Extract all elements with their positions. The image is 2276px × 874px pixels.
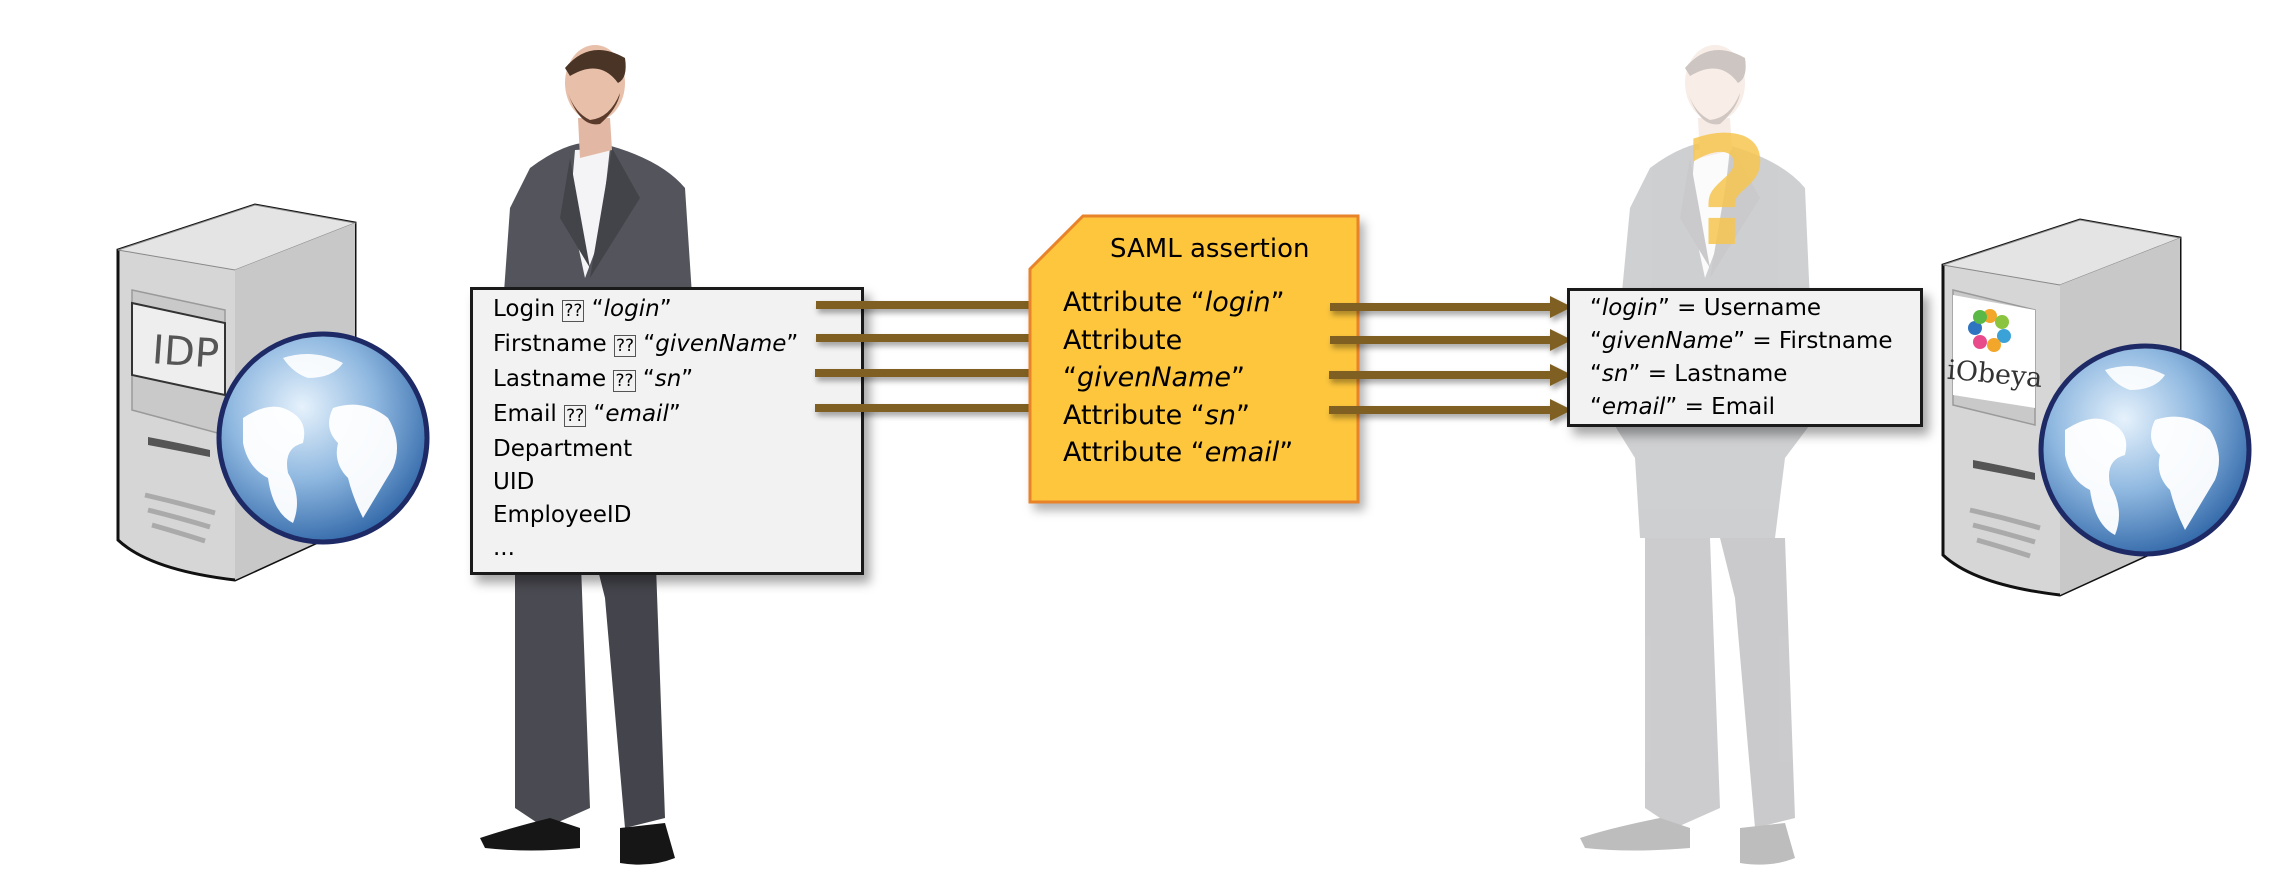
arrow-saml-to-login xyxy=(1330,296,1572,318)
attribute-mapping-box: “login” = Username “givenName” = Firstna… xyxy=(1567,288,1923,427)
mapping-line-login: “login” = Username xyxy=(1590,295,1822,321)
arrow-saml-to-firstname xyxy=(1330,329,1572,351)
mapping-line-sn: “sn” = Lastname xyxy=(1590,361,1788,387)
sp-globe-icon xyxy=(2038,343,2252,557)
arrow-saml-to-lastname xyxy=(1329,364,1572,386)
mapping-line-email: “email” = Email xyxy=(1590,394,1775,420)
mapping-line-givenname: “givenName” = Firstname xyxy=(1590,328,1893,354)
arrow-saml-to-email xyxy=(1329,399,1572,421)
